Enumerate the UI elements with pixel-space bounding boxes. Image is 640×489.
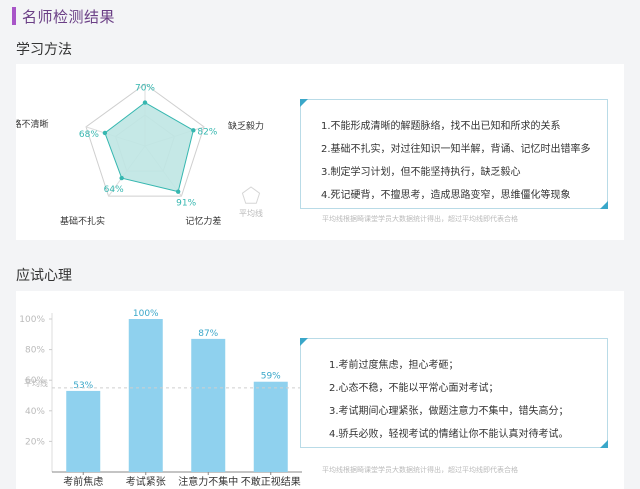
- radar-legend-label: 平均线: [239, 208, 263, 218]
- bar-value-label: 59%: [261, 372, 281, 382]
- radar-point: [142, 100, 148, 105]
- study-card: 70%思维僵化82%缺乏毅力91%记忆力差64%基础不扎实68%思路不清晰平均线…: [16, 64, 624, 240]
- bar-chart: 20%40%60%80%100%53%考前焦虑100%考试紧张87%注意力不集中…: [19, 309, 302, 488]
- exam-title: 应试心理: [16, 268, 72, 284]
- radar-legend-icon: [241, 186, 261, 204]
- exam-tips-list: 1.考前过度焦虑，担心考砸； 2.心态不稳，不能以平常心面对考试； 3.考试期间…: [301, 339, 607, 448]
- radar-category-label: 思路不清晰: [16, 118, 49, 130]
- radar-chart: 70%思维僵化82%缺乏毅力91%记忆力差64%基础不扎实68%思路不清晰平均线: [16, 83, 264, 227]
- study-tips-list: 1.不能形成清晰的解题脉络，找不出已知和所求的关系 2.基础不扎实，对过往知识一…: [301, 100, 607, 209]
- bar-value-label: 53%: [73, 381, 93, 391]
- bar: [191, 338, 226, 472]
- exam-tip-item: 4.骄兵必败，轻视考试的情绪让你不能认真对待考试。: [329, 429, 569, 440]
- radar-category-label: 记忆力差: [185, 215, 221, 227]
- y-tick-label: 20%: [25, 437, 45, 447]
- corner-marker: [600, 201, 608, 209]
- bar: [66, 390, 101, 472]
- radar-value-label: 64%: [104, 185, 124, 195]
- x-tick-label: 注意力不集中: [178, 475, 238, 488]
- y-tick-label: 40%: [25, 407, 45, 417]
- study-footnote: 平均线根据畸课堂学员大数据统计得出，超过平均线即代表合格: [322, 215, 518, 223]
- study-tip-item: 3.制定学习计划，但不能坚持执行，缺乏毅心: [321, 167, 521, 178]
- bar: [253, 381, 288, 472]
- radar-point: [119, 175, 124, 181]
- radar-value-label: 70%: [135, 84, 155, 94]
- study-tips-box: 1.不能形成清晰的解题脉络，找不出已知和所求的关系 2.基础不扎实，对过往知识一…: [300, 99, 608, 209]
- bar-value-label: 87%: [198, 329, 218, 339]
- study-tip-item: 1.不能形成清晰的解题脉络，找不出已知和所求的关系: [321, 121, 561, 132]
- corner-marker: [300, 99, 308, 107]
- exam-footnote: 平均线根据畸课堂学员大数据统计得出，超过平均线即代表合格: [322, 466, 518, 474]
- average-line-label: 平均线: [24, 378, 48, 388]
- radar-value-label: 91%: [176, 199, 196, 209]
- exam-card: 20% 40% 60% 80% 100% 53% 考前焦虑 100% 考试紧张 87% 注意力不集中…: [16, 291, 624, 489]
- radar-point: [102, 130, 108, 136]
- x-tick-label: 考试紧张: [126, 475, 166, 488]
- exam-tip-item: 1.考前过度焦虑，担心考砸；: [329, 360, 459, 371]
- radar-point: [191, 128, 196, 133]
- radar-category-label: 缺乏毅力: [228, 120, 264, 132]
- study-title: 学习方法: [16, 42, 72, 58]
- bar: [128, 319, 163, 472]
- radar-value-label: 68%: [79, 130, 99, 140]
- radar-data-area: [104, 102, 194, 193]
- study-tip-item: 2.基础不扎实，对过往知识一知半解，背诵、记忆时出错率多: [321, 144, 591, 155]
- bar-value-label: 100%: [133, 309, 159, 319]
- study-tip-item: 4.死记硬背，不擅思考，造成思路变窄，思维僵化等现象: [321, 190, 571, 201]
- corner-marker: [600, 440, 608, 448]
- x-tick-label: 考前焦虑: [63, 475, 103, 488]
- radar-category-label: 基础不扎实: [60, 215, 105, 227]
- radar-point: [175, 189, 181, 194]
- section-title: 名师检测结果: [22, 7, 116, 26]
- y-tick-label: 100%: [19, 315, 45, 325]
- section-header: 名师检测结果: [12, 6, 115, 26]
- section-accent-bar: [12, 7, 16, 25]
- exam-tip-item: 3.考试期间心理紧张，做题注意力不集中，错失高分；: [329, 406, 569, 417]
- corner-marker: [300, 338, 308, 346]
- x-tick-label: 不敢正视结果: [241, 475, 301, 488]
- radar-value-label: 82%: [197, 127, 217, 137]
- exam-tips-box: 1.考前过度焦虑，担心考砸； 2.心态不稳，不能以平常心面对考试； 3.考试期间…: [300, 338, 608, 448]
- y-tick-label: 80%: [25, 346, 45, 356]
- exam-tip-item: 2.心态不稳，不能以平常心面对考试；: [329, 383, 499, 394]
